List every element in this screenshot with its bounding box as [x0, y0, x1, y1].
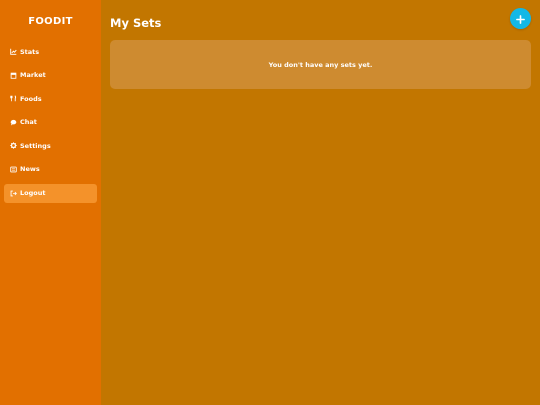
sidebar-item-label: Settings [20, 141, 51, 150]
sidebar-item-settings[interactable]: Settings [4, 136, 97, 155]
sidebar-item-foods[interactable]: Foods [4, 89, 97, 108]
empty-state-card: You don't have any sets yet. [110, 40, 531, 89]
brand-logo[interactable]: FOODIT [0, 16, 101, 27]
gear-icon [9, 142, 17, 150]
plus-icon [516, 9, 525, 28]
sidebar-item-label: Market [20, 71, 46, 80]
sidebar-item-market[interactable]: Market [4, 66, 97, 85]
sidebar-item-news[interactable]: News [4, 160, 97, 179]
sidebar-item-label: Foods [20, 94, 42, 103]
sidebar-item-logout[interactable]: Logout [4, 183, 97, 203]
sidebar-item-chat[interactable]: Chat [4, 113, 97, 132]
newspaper-icon [9, 165, 17, 173]
page-title: My Sets [110, 16, 162, 30]
sidebar-item-label: Chat [20, 118, 37, 127]
logout-icon [9, 189, 17, 197]
add-set-button[interactable] [510, 8, 531, 29]
sidebar-item-stats[interactable]: Stats [4, 42, 97, 61]
store-icon [9, 71, 17, 79]
chart-line-icon [9, 48, 17, 56]
chat-bubble-icon [9, 118, 17, 126]
sidebar-item-label: Logout [20, 189, 46, 198]
sidebar-item-label: News [20, 165, 40, 174]
utensils-icon [9, 95, 17, 103]
empty-state-message: You don't have any sets yet. [268, 60, 373, 69]
sidebar-item-label: Stats [20, 47, 40, 56]
app-window: FOODIT Stats Market Foods Chat Settings … [0, 0, 540, 405]
sidebar: FOODIT Stats Market Foods Chat Settings … [0, 0, 101, 405]
sidebar-nav: Stats Market Foods Chat Settings News Lo… [4, 42, 97, 207]
